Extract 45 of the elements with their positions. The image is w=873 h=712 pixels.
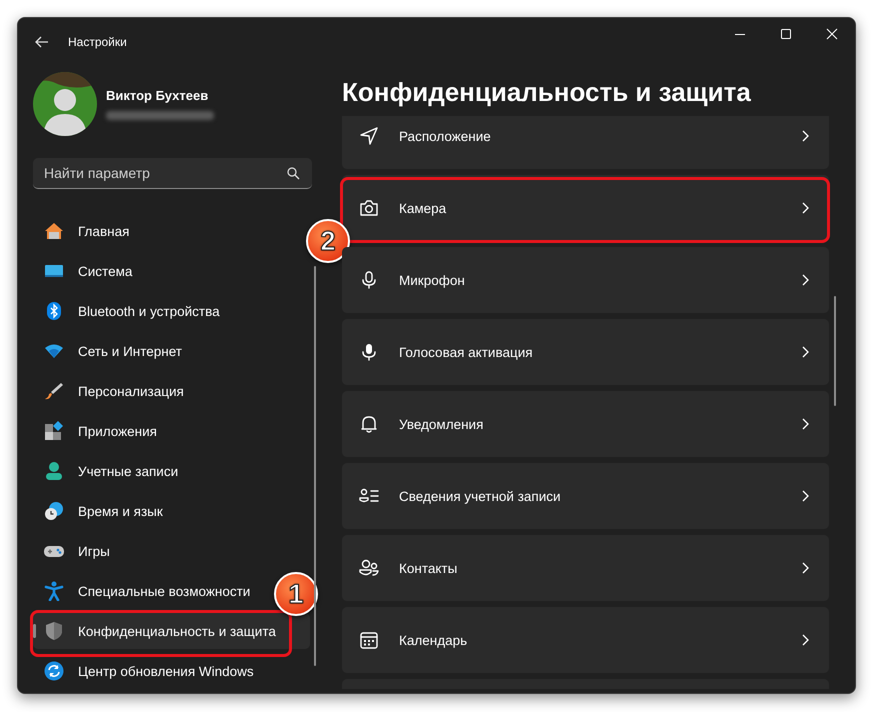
sidebar-item[interactable]: Приложения xyxy=(33,413,165,449)
callout-badge: 2 xyxy=(306,219,350,263)
globe-clock-icon xyxy=(44,501,64,521)
bluetooth-icon xyxy=(44,301,64,321)
camera-icon xyxy=(359,198,379,218)
accessibility-icon xyxy=(44,581,64,601)
sidebar-item[interactable]: Конфиденциальность и защита xyxy=(33,613,310,649)
shield-icon xyxy=(44,621,64,641)
sidebar-item[interactable]: Игры xyxy=(33,533,118,569)
account-name: Виктор Бухтеев xyxy=(106,88,210,103)
search-icon[interactable] xyxy=(287,167,300,180)
settings-card[interactable]: Камера xyxy=(342,175,829,241)
sidebar-item[interactable]: Bluetooth и устройства xyxy=(33,293,228,329)
scrollbar[interactable] xyxy=(834,296,836,406)
search-field[interactable]: Найти параметр xyxy=(33,158,312,189)
back-arrow-icon[interactable] xyxy=(34,34,50,50)
settings-card[interactable]: Сведения учетной записи xyxy=(342,463,829,529)
sidebar-item[interactable]: Специальные возможности xyxy=(33,573,258,609)
callout-badge: 1 xyxy=(274,572,318,616)
settings-card[interactable]: Расположение xyxy=(342,116,829,169)
house-icon xyxy=(44,221,64,241)
settings-card[interactable]: Контакты xyxy=(342,535,829,601)
settings-card[interactable]: Календарь xyxy=(342,607,829,673)
person-icon xyxy=(44,461,64,481)
sidebar-item[interactable]: Система xyxy=(33,253,140,289)
scrollbar[interactable] xyxy=(314,266,316,666)
brush-icon xyxy=(44,381,64,401)
contacts-icon xyxy=(359,558,379,578)
sidebar-item[interactable]: Сеть и Интернет xyxy=(33,333,190,369)
page-title: Конфиденциальность и защита xyxy=(342,77,752,109)
sidebar-item[interactable]: Время и язык xyxy=(33,493,171,529)
calendar-icon xyxy=(359,630,379,650)
settings-card[interactable]: Уведомления xyxy=(342,391,829,457)
selection-indicator xyxy=(33,624,36,638)
sidebar-item[interactable]: Центр обновления Windows xyxy=(33,653,262,689)
window-title: Настройки xyxy=(68,35,128,49)
apps-icon xyxy=(44,421,64,441)
sidebar-item[interactable]: Учетные записи xyxy=(33,453,186,489)
bell-icon xyxy=(359,414,379,434)
update-icon xyxy=(44,661,64,681)
settings-card[interactable]: Голосовая активация xyxy=(342,319,829,385)
settings-card[interactable]: Микрофон xyxy=(342,247,829,313)
location-arrow-icon xyxy=(359,126,379,146)
sidebar-item[interactable]: Главная xyxy=(33,213,138,249)
sidebar-item[interactable]: Персонализация xyxy=(33,373,192,409)
